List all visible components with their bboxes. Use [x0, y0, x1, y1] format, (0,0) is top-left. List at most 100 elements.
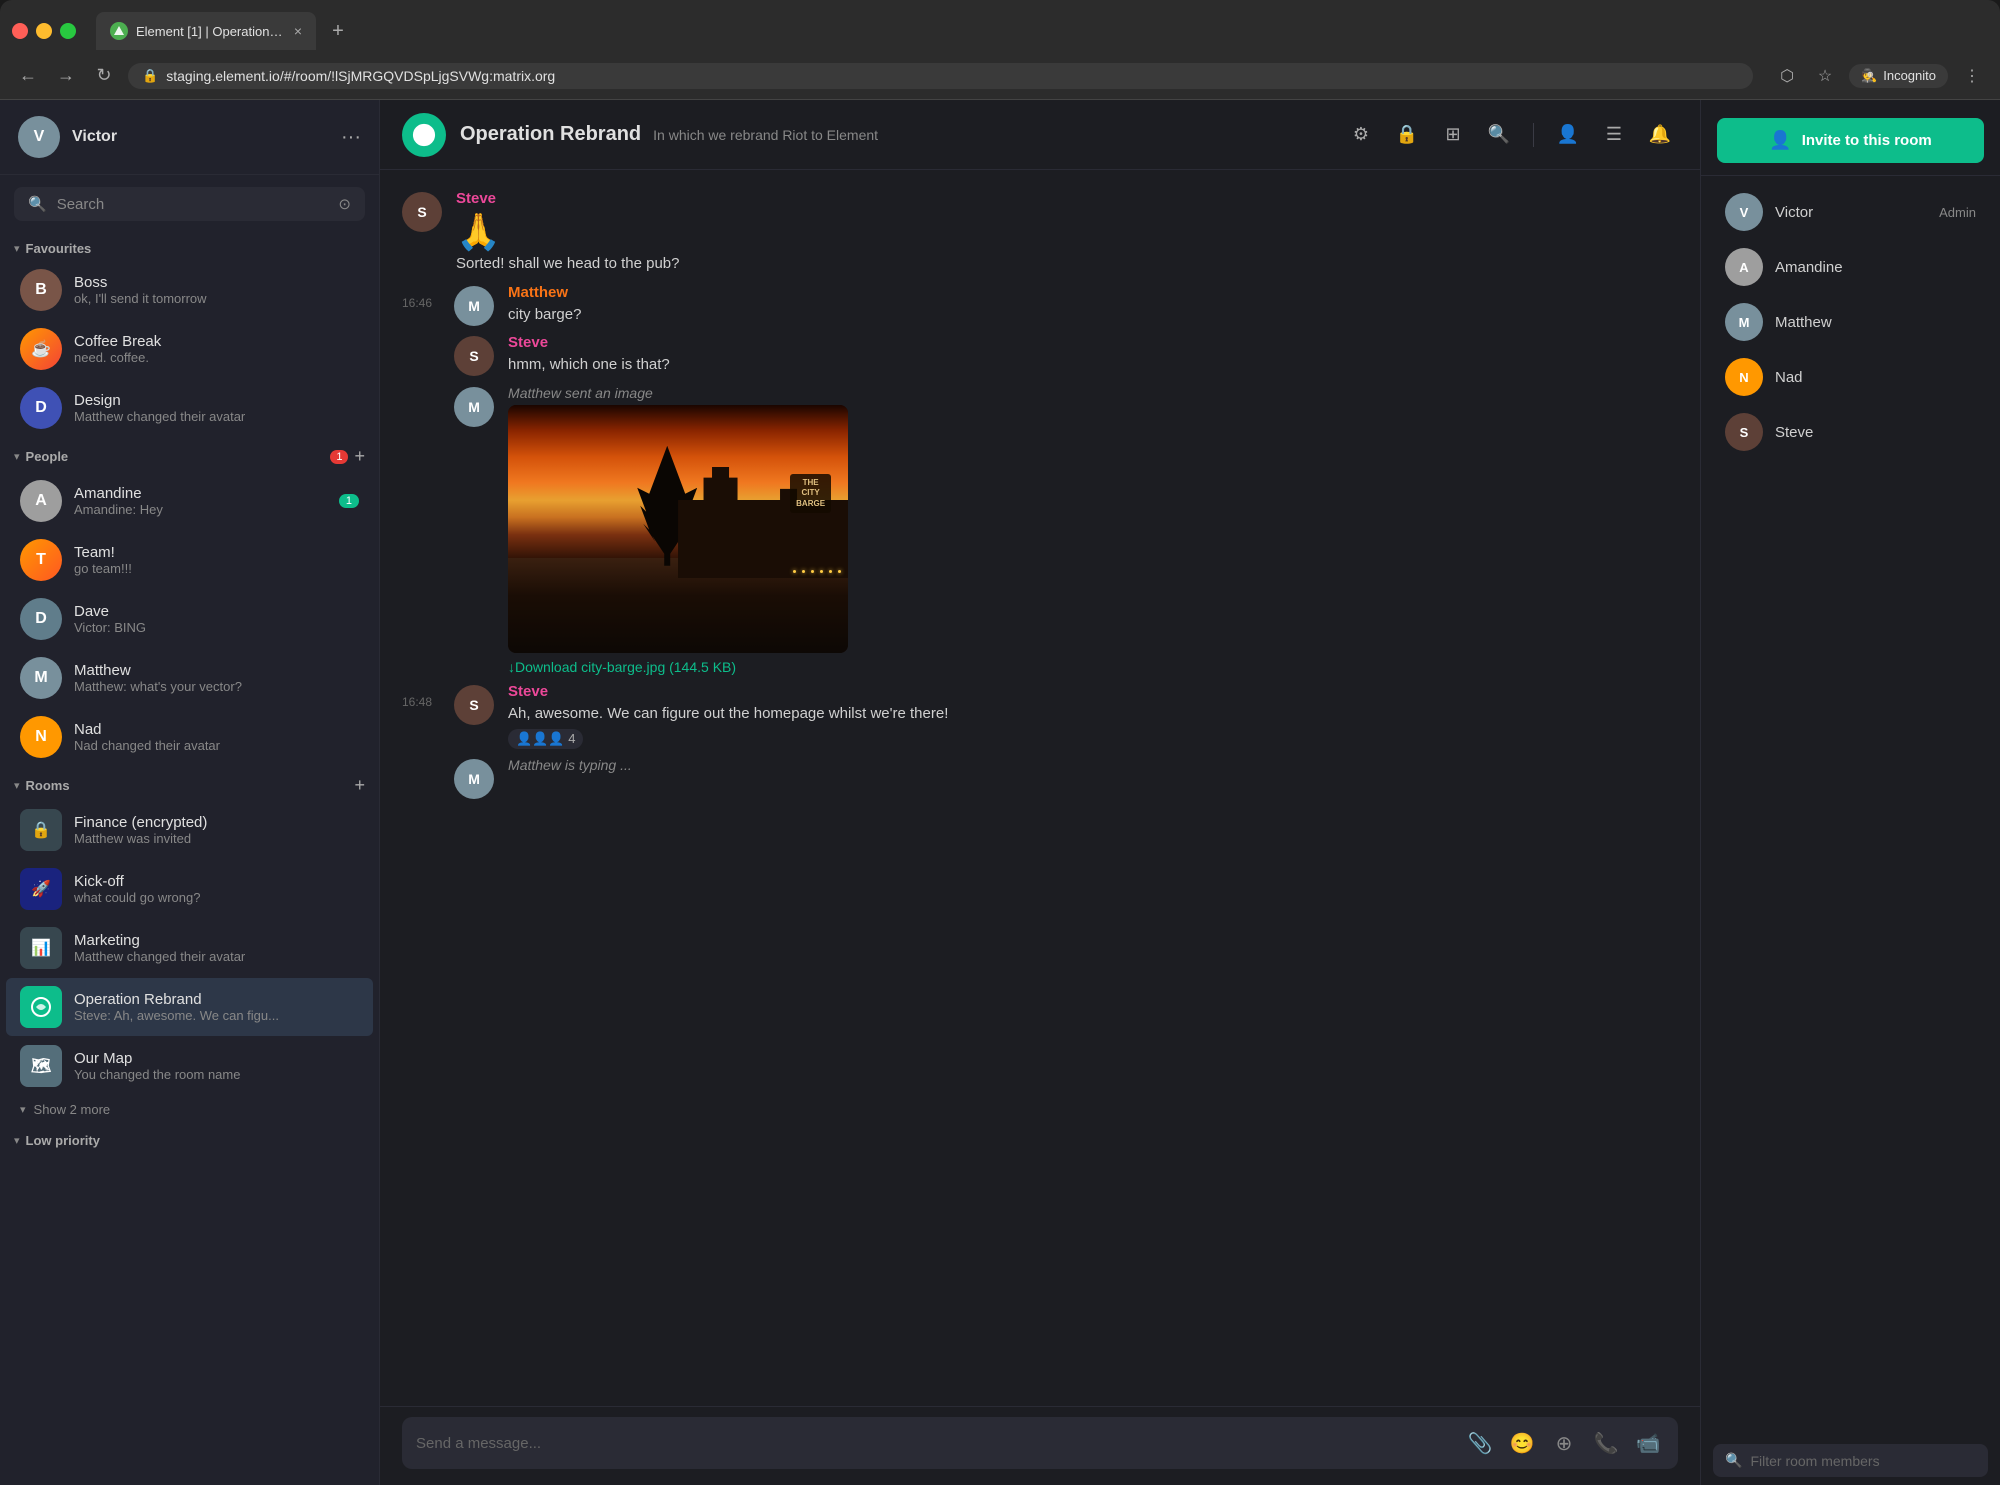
url-bar[interactable]: 🔒 staging.element.io/#/room/!lSjMRGQVDSp…	[128, 63, 1753, 89]
chat-input[interactable]	[416, 1435, 1454, 1452]
kickoff-preview: what could go wrong?	[74, 890, 359, 905]
members-btn[interactable]: 👤	[1550, 117, 1586, 153]
more-options-btn[interactable]: ⋮	[1958, 62, 1986, 90]
steve-content-2: Steve hmm, which one is that?	[508, 334, 1678, 377]
favourites-label: Favourites	[26, 241, 365, 256]
video-btn[interactable]: 📹	[1632, 1427, 1664, 1459]
back-btn[interactable]: ←	[14, 62, 42, 90]
reload-btn[interactable]: ↻	[90, 62, 118, 90]
design-preview: Matthew changed their avatar	[74, 409, 359, 424]
reaction-1[interactable]: 👤👤👤 4	[508, 729, 583, 749]
people-section: ▾ People 1 + A Amandine Amandine: Hey 1 …	[0, 438, 379, 766]
search-filter-btn[interactable]: ⊙	[338, 195, 351, 213]
ourmap-avatar: 🗺	[20, 1045, 62, 1087]
sidebar-item-kickoff[interactable]: 🚀 Kick-off what could go wrong?	[6, 860, 373, 918]
sidebar-menu-btn[interactable]: ···	[341, 126, 361, 149]
show-more-rooms[interactable]: ▾ Show 2 more	[6, 1096, 373, 1123]
sidebar-item-finance[interactable]: 🔒 Finance (encrypted) Matthew was invite…	[6, 801, 373, 859]
matthew-avatar: M	[20, 657, 62, 699]
new-tab-button[interactable]: +	[324, 17, 352, 45]
team-avatar: T	[20, 539, 62, 581]
emoji-btn[interactable]: 😊	[1506, 1427, 1538, 1459]
member-steve[interactable]: S Steve	[1709, 405, 1992, 459]
favourites-section: ▾ Favourites B Boss ok, I'll send it tom…	[0, 233, 379, 437]
victor-avatar: V	[1725, 193, 1763, 231]
search-input[interactable]	[57, 196, 329, 213]
member-amandine[interactable]: A Amandine	[1709, 240, 1992, 294]
operation-name: Operation Rebrand	[74, 991, 359, 1008]
apps-btn[interactable]: ⊞	[1435, 117, 1471, 153]
design-avatar: D	[20, 387, 62, 429]
rooms-section: ▾ Rooms + 🔒 Finance (encrypted) Matthew …	[0, 767, 379, 1123]
typing-indicator: Matthew is typing ...	[508, 757, 1678, 773]
security-btn[interactable]: 🔒	[1389, 117, 1425, 153]
minimize-window-btn[interactable]	[36, 23, 52, 39]
tab-title: Element [1] | Operation Rebran	[136, 24, 286, 39]
rooms-add-btn[interactable]: +	[354, 775, 365, 796]
browser-tab[interactable]: Element [1] | Operation Rebran ×	[96, 12, 316, 50]
attach-btn[interactable]: 📎	[1464, 1427, 1496, 1459]
sidebar-scroll: ▾ Favourites B Boss ok, I'll send it tom…	[0, 233, 379, 1485]
member-list: V Victor Admin A Amandine M Matthew N Na…	[1701, 176, 2000, 1436]
filter-search-icon: 🔍	[1725, 1452, 1742, 1469]
sidebar-item-operation-rebrand[interactable]: Operation Rebrand Steve: Ah, awesome. We…	[6, 978, 373, 1036]
filter-members-bar[interactable]: 🔍	[1713, 1444, 1988, 1477]
low-priority-header[interactable]: ▾ Low priority	[0, 1125, 379, 1152]
notifications-btn[interactable]: 🔔	[1642, 117, 1678, 153]
rooms-header[interactable]: ▾ Rooms +	[0, 767, 379, 800]
cast-icon[interactable]: ⬡	[1773, 62, 1801, 90]
search-chat-btn[interactable]: 🔍	[1481, 117, 1517, 153]
member-victor[interactable]: V Victor Admin	[1709, 185, 1992, 239]
threads-btn[interactable]: ☰	[1596, 117, 1632, 153]
settings-btn[interactable]: ⚙	[1343, 117, 1379, 153]
people-add-btn[interactable]: +	[354, 446, 365, 467]
people-label: People	[26, 449, 325, 464]
sidebar-item-team[interactable]: T Team! go team!!!	[6, 531, 373, 589]
sidebar-item-marketing[interactable]: 📊 Marketing Matthew changed their avatar	[6, 919, 373, 977]
typing-avatar: M	[454, 759, 494, 799]
sidebar-item-design[interactable]: D Design Matthew changed their avatar	[6, 379, 373, 437]
close-window-btn[interactable]	[12, 23, 28, 39]
invite-button[interactable]: 👤 Invite to this room	[1717, 118, 1984, 163]
steve-text-2: hmm, which one is that?	[508, 354, 1678, 377]
operation-info: Operation Rebrand Steve: Ah, awesome. We…	[74, 991, 359, 1023]
matthew-time-1: 16:46	[402, 296, 432, 310]
lock-icon: 🔒	[142, 68, 158, 84]
team-preview: go team!!!	[74, 561, 359, 576]
sidebar-item-dave[interactable]: D Dave Victor: BING	[6, 590, 373, 648]
sidebar-item-coffee[interactable]: ☕ Coffee Break need. coffee.	[6, 320, 373, 378]
people-header[interactable]: ▾ People 1 +	[0, 438, 379, 471]
sidebar-item-nad[interactable]: N Nad Nad changed their avatar	[6, 708, 373, 766]
steve-sender-2: Steve	[508, 334, 1678, 351]
bookmark-btn[interactable]: ☆	[1811, 62, 1839, 90]
voice-btn[interactable]: 📞	[1590, 1427, 1622, 1459]
favourites-header[interactable]: ▾ Favourites	[0, 233, 379, 260]
format-btn[interactable]: ⊕	[1548, 1427, 1580, 1459]
invite-label: Invite to this room	[1802, 132, 1932, 149]
sidebar-item-ourmap[interactable]: 🗺 Our Map You changed the room name	[6, 1037, 373, 1095]
maximize-window-btn[interactable]	[60, 23, 76, 39]
member-nad[interactable]: N Nad	[1709, 350, 1992, 404]
steve-content-3: Steve Ah, awesome. We can figure out the…	[508, 683, 1678, 750]
marketing-info: Marketing Matthew changed their avatar	[74, 932, 359, 964]
low-priority-label: Low priority	[26, 1133, 365, 1148]
matthew-name: Matthew	[74, 662, 359, 679]
forward-btn[interactable]: →	[52, 62, 80, 90]
sidebar-item-matthew[interactable]: M Matthew Matthew: what's your vector?	[6, 649, 373, 707]
download-link[interactable]: ↓Download city-barge.jpg (144.5 KB)	[508, 659, 1678, 675]
sidebar-item-boss[interactable]: B Boss ok, I'll send it tomorrow	[6, 261, 373, 319]
show-more-icon: ▾	[20, 1103, 26, 1116]
chat-input-container: 📎 😊 ⊕ 📞 📹	[402, 1417, 1678, 1469]
incognito-badge: 🕵 Incognito	[1849, 64, 1948, 88]
city-barge-image[interactable]: THECITYBARGE	[508, 405, 848, 653]
operation-avatar	[20, 986, 62, 1028]
search-bar[interactable]: 🔍 ⊙	[14, 187, 365, 221]
sidebar-item-amandine[interactable]: A Amandine Amandine: Hey 1	[6, 472, 373, 530]
dave-info: Dave Victor: BING	[74, 603, 359, 635]
collapse-icon: ▾	[14, 242, 20, 255]
member-matthew[interactable]: M Matthew	[1709, 295, 1992, 349]
steve-sender-1: Steve	[456, 190, 1678, 207]
amandine-avatar: A	[20, 480, 62, 522]
filter-input[interactable]	[1750, 1453, 1976, 1469]
tab-close-btn[interactable]: ×	[294, 23, 302, 39]
